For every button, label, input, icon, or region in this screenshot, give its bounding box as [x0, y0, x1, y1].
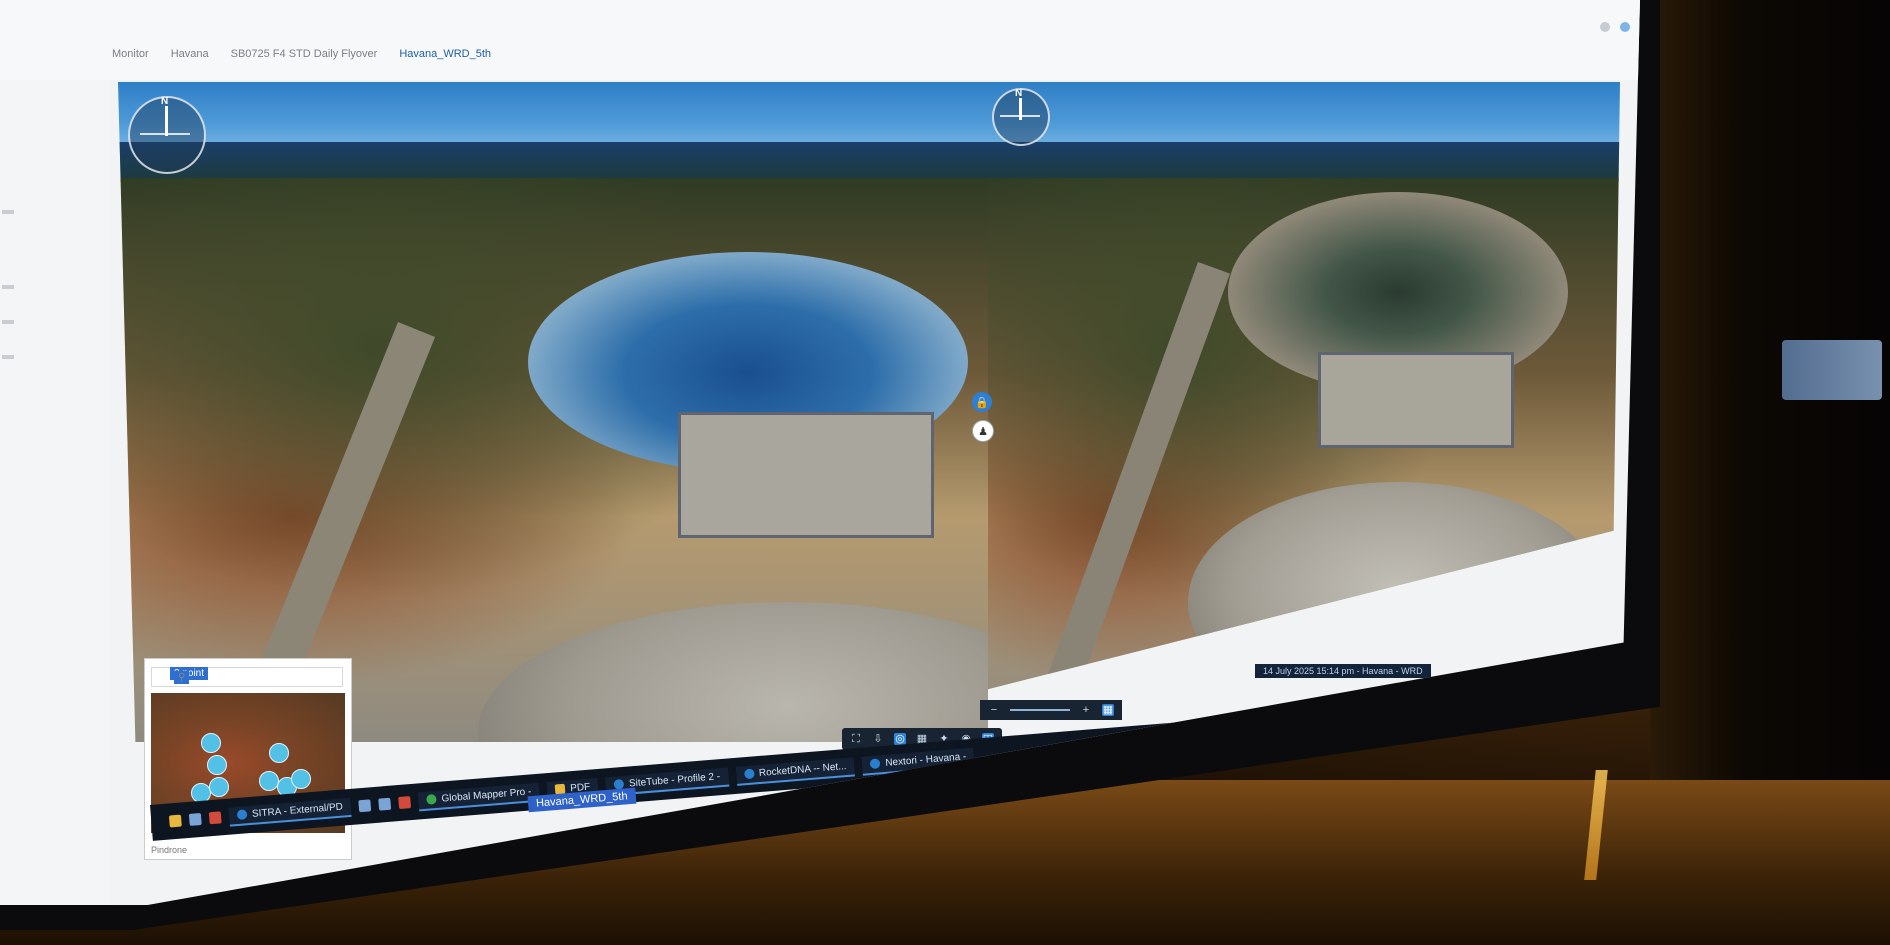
taskbar-app-label: SITRA - External/PD	[251, 801, 344, 820]
sidebar-item[interactable]	[2, 355, 14, 359]
header-actions	[1600, 22, 1630, 32]
sidebar-item[interactable]	[2, 210, 14, 214]
edge-icon	[743, 768, 755, 780]
viewer-left[interactable]: N	[118, 82, 988, 742]
sync-controls: 🔒 ♟	[972, 392, 994, 442]
mail-icon[interactable]	[378, 797, 392, 811]
user-avatar-icon[interactable]	[1620, 22, 1630, 32]
horizon	[118, 142, 988, 182]
taskbar-app[interactable]: Global Mapper Pro -	[417, 782, 541, 811]
chrome-icon[interactable]	[208, 811, 222, 825]
taskbar-app-label: Global Mapper Pro -	[441, 785, 532, 805]
search-icon: ⚲	[174, 671, 190, 684]
lock-icon[interactable]: 🔒	[972, 392, 992, 412]
horizon	[988, 142, 1620, 182]
breadcrumb-item[interactable]: SB0725 F4 STD Daily Flyover	[231, 48, 378, 60]
person-icon[interactable]: ♟	[972, 420, 994, 442]
minimap-search[interactable]: ⚲ 2 point	[151, 667, 343, 687]
sidebar-item[interactable]	[2, 285, 14, 289]
sidebar-item[interactable]	[2, 320, 14, 324]
viewer-right[interactable]: N	[988, 82, 1620, 690]
compass-icon[interactable]: N	[128, 96, 206, 174]
taskbar-app-label: SiteTube - Profile 2 -	[628, 770, 721, 789]
breadcrumb: Monitor Havana SB0725 F4 STD Daily Flyov…	[112, 48, 491, 60]
taskbar-app-label: Nextori - Havana -	[884, 750, 967, 769]
taskbar-app[interactable]: Nextori - Havana -	[861, 747, 976, 776]
edge-icon	[869, 758, 881, 770]
file-icon[interactable]	[358, 799, 372, 813]
browser-icon[interactable]	[188, 812, 202, 826]
pad-area	[1318, 352, 1514, 448]
compass-north-label: N	[161, 96, 169, 107]
pad-area	[678, 412, 934, 538]
taskbar-app[interactable]: RocketDNA -- Net...	[735, 756, 856, 786]
file-explorer-icon[interactable]	[168, 814, 182, 828]
taskbar-app[interactable]: SITRA - External/PD	[228, 797, 352, 827]
breadcrumb-item[interactable]: Havana	[171, 48, 209, 60]
notification-icon[interactable]	[1600, 22, 1610, 32]
taskbar-app-label: RocketDNA -- Net...	[758, 760, 847, 779]
globe-icon	[426, 794, 437, 805]
compass-north-label: N	[1015, 88, 1023, 99]
compass-icon[interactable]: N	[992, 88, 1050, 146]
app-icon[interactable]	[398, 796, 412, 810]
capture-date-label: 14 July 2025 15:14 pm - Havana - WRD	[1255, 664, 1431, 678]
app-header: Monitor Havana SB0725 F4 STD Daily Flyov…	[0, 0, 1640, 80]
waste-dump	[1188, 482, 1608, 690]
breadcrumb-item[interactable]: Monitor	[112, 48, 149, 60]
edge-icon	[236, 809, 248, 821]
window-glow	[1782, 340, 1882, 400]
breadcrumb-current[interactable]: Havana_WRD_5th	[399, 48, 491, 60]
